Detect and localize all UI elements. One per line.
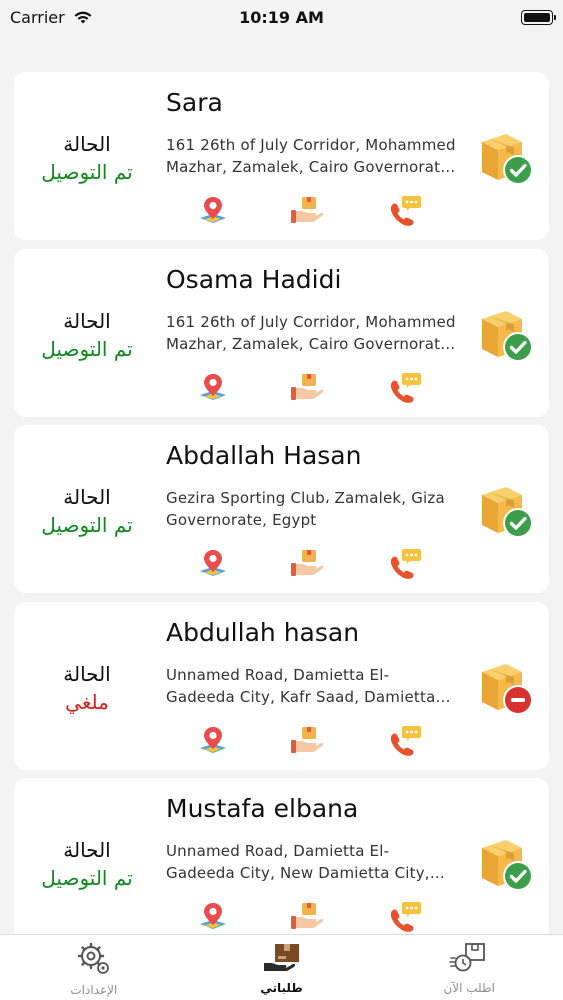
orders-list[interactable]: الحالة تم التوصيل Sara 161 26th of July Cor… (0, 72, 563, 934)
status-value: تم التوصيل (41, 513, 133, 537)
order-actions (198, 371, 438, 405)
status-value: ملغي (65, 689, 109, 714)
battery-icon (521, 9, 556, 25)
order-status: الحالة تم التوصيل (14, 836, 160, 892)
order-status: الحالة تم التوصيل (14, 483, 160, 539)
status-label: الحالة (63, 485, 111, 509)
customer-address: Unnamed Road, Damietta El-Gadeeda City, … (166, 842, 430, 882)
wifi-icon (74, 11, 92, 23)
status-bar: Carrier 10:19 AM (0, 0, 563, 34)
customer-address: 161 26th of July Corridor, Mohammed Mazh… (166, 312, 456, 353)
box-check-icon (476, 834, 536, 894)
tab-label: اطلب الآن (443, 981, 495, 995)
customer-name: Abdallah Hasan (166, 441, 362, 470)
order-actions (198, 724, 438, 758)
order-card[interactable]: الحالة تم التوصيل Sara 161 26th of July Cor… (14, 72, 549, 240)
order-status: الحالة ملغي (14, 660, 160, 716)
map-pin-icon[interactable] (198, 724, 228, 756)
phone-chat-icon[interactable] (388, 724, 422, 756)
status-label: الحالة (63, 838, 111, 862)
order-status: الحالة تم التوصيل (14, 130, 160, 186)
order-actions (198, 900, 438, 934)
package-hand-icon[interactable] (290, 547, 324, 579)
map-pin-icon[interactable] (198, 371, 228, 403)
box-cancel-icon (476, 658, 536, 718)
map-pin-icon[interactable] (198, 547, 228, 579)
status-label: الحالة (63, 308, 111, 333)
phone-chat-icon[interactable] (388, 194, 422, 226)
box-check-icon (476, 481, 536, 541)
gear-icon (77, 941, 111, 979)
tab-label: طلباتي (260, 981, 303, 995)
status-value: تم التوصيل (41, 866, 133, 890)
phone-chat-icon[interactable] (388, 547, 422, 579)
box-check-icon (476, 128, 536, 188)
customer-address: Gezira Sporting Club، Zamalek, Giza Gove… (166, 489, 445, 529)
customer-name: Sara (166, 88, 223, 117)
customer-name: Abdullah hasan (166, 617, 360, 647)
status-label: الحالة (63, 661, 111, 686)
package-hand-icon[interactable] (290, 194, 324, 226)
tab-label: الإعدادات (70, 983, 118, 997)
package-hand-icon[interactable] (290, 900, 324, 932)
box-check-icon (476, 305, 536, 365)
customer-address: Unnamed Road, Damietta El-Gadeeda City, … (166, 665, 436, 706)
package-hand-icon[interactable] (290, 371, 324, 403)
order-actions (198, 547, 438, 581)
order-card[interactable]: الحالة تم التوصيل Abdallah Hasan Gezira Spo… (14, 425, 549, 593)
order-card[interactable]: الحالة ملغي Abdullah hasan Unnamed Road, Da… (14, 601, 549, 770)
carrier-label: Carrier (10, 7, 65, 27)
status-left: Carrier (10, 8, 93, 27)
customer-name: Osama Hadidi (166, 264, 342, 294)
map-pin-icon[interactable] (198, 900, 228, 932)
order-status: الحالة تم التوصيل (14, 307, 160, 363)
phone-chat-icon[interactable] (388, 900, 422, 932)
status-value: تم التوصيل (41, 336, 133, 361)
tab-gear[interactable]: الإعدادات (0, 935, 188, 1000)
tab-my-orders[interactable]: طلباتي (188, 935, 376, 1000)
order-now-icon (449, 941, 489, 977)
tab-order-now[interactable]: اطلب الآن (375, 935, 563, 1000)
my-orders-icon (262, 941, 302, 977)
map-pin-icon[interactable] (198, 194, 228, 226)
status-label: الحالة (63, 132, 111, 156)
customer-address: 161 26th of July Corridor, Mohammed Mazh… (166, 136, 456, 176)
order-card[interactable]: الحالة تم التوصيل Osama Hadidi 161 26th of … (14, 248, 549, 417)
customer-name: Mustafa elbana (166, 794, 359, 823)
phone-chat-icon[interactable] (388, 371, 422, 403)
order-card[interactable]: الحالة تم التوصيل Mustafa elbana Unnamed Ro… (14, 778, 549, 934)
order-actions (198, 194, 438, 228)
status-value: تم التوصيل (41, 160, 133, 184)
package-hand-icon[interactable] (290, 724, 324, 756)
tab-bar: الإعدادات طلباتي اطلب الآن (0, 934, 563, 1000)
